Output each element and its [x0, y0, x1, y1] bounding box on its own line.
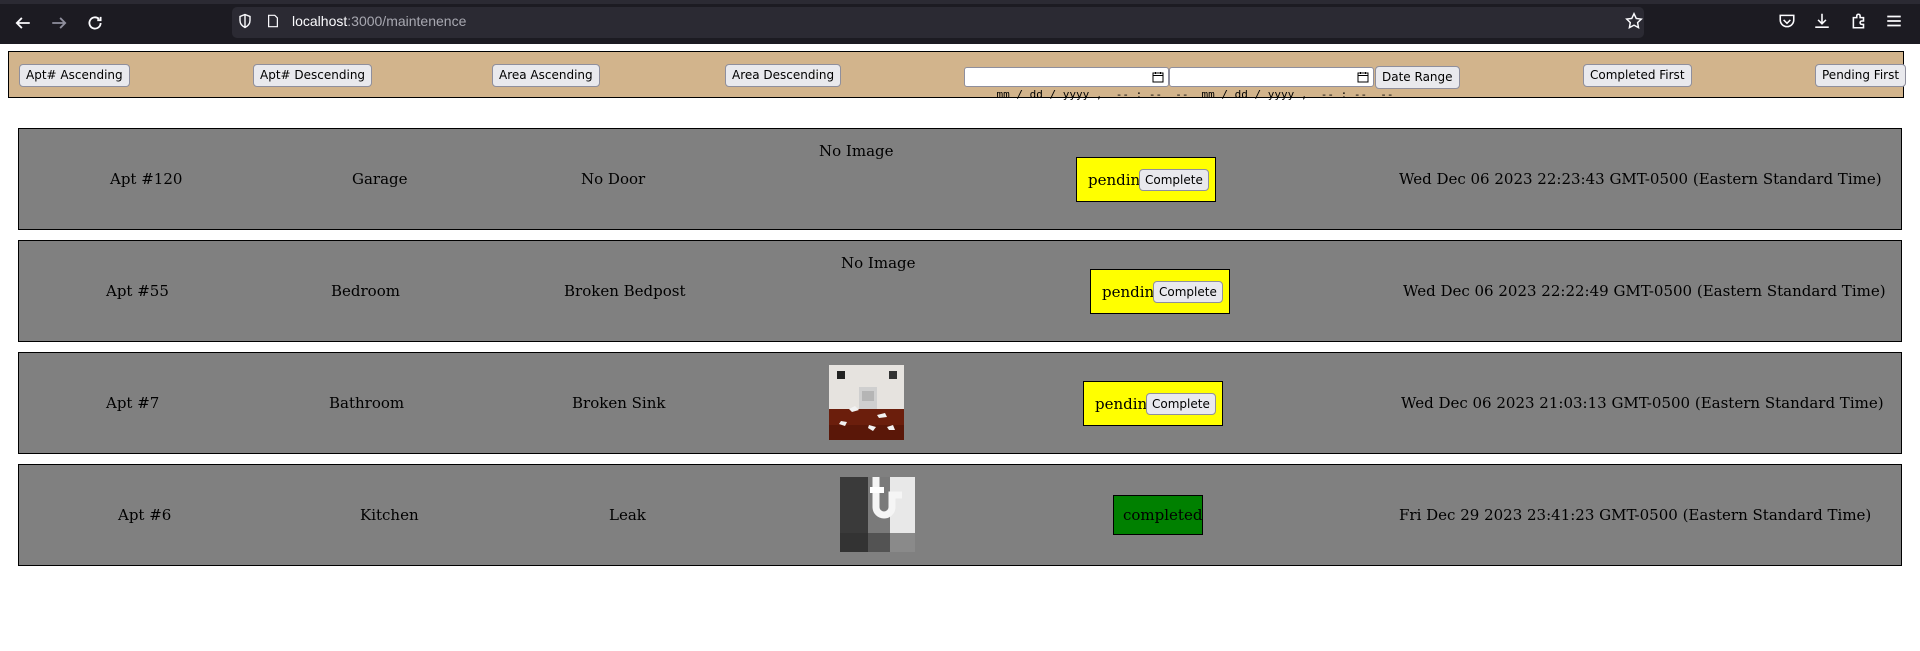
- apt-number: Apt #55: [106, 282, 169, 300]
- area-label: Bedroom: [331, 282, 400, 300]
- start-date-input[interactable]: mm / dd / yyyy , -- : -- --: [964, 67, 1189, 101]
- status-badge: pending Complete: [1076, 157, 1216, 202]
- browser-toolbar: localhost:3000/maintenence: [0, 0, 1920, 44]
- apt-ascending-button[interactable]: Apt# Ascending: [19, 64, 130, 87]
- apt-number: Apt #6: [118, 506, 172, 524]
- area-label: Kitchen: [360, 506, 419, 524]
- bookmark-star-icon[interactable]: [1625, 11, 1645, 32]
- extensions-icon[interactable]: [1850, 12, 1870, 32]
- page-icon[interactable]: [266, 13, 282, 31]
- submitted-date: Wed Dec 06 2023 21:03:13 GMT-0500 (Easte…: [1401, 394, 1884, 412]
- area-ascending-button[interactable]: Area Ascending: [492, 64, 600, 87]
- url-path: :3000/maintenence: [347, 13, 467, 29]
- maintenance-row: Apt #55 Bedroom Broken Bedpost No Image …: [18, 240, 1902, 342]
- back-icon[interactable]: [10, 10, 36, 36]
- end-date-placeholder: mm / dd / yyyy , -- : -- --: [1201, 88, 1394, 101]
- shield-icon[interactable]: [237, 13, 255, 31]
- broken-sink-photo[interactable]: [829, 365, 904, 440]
- reload-icon[interactable]: [82, 10, 108, 36]
- url-text[interactable]: localhost:3000/maintenence: [292, 13, 466, 29]
- area-descending-button[interactable]: Area Descending: [725, 64, 842, 87]
- submitted-date: Wed Dec 06 2023 22:23:43 GMT-0500 (Easte…: [1399, 170, 1882, 188]
- area-label: Bathroom: [329, 394, 405, 412]
- forward-icon[interactable]: [46, 10, 72, 36]
- apt-descending-button[interactable]: Apt# Descending: [253, 64, 373, 87]
- issue-description: No Door: [581, 170, 646, 188]
- calendar-icon[interactable]: [1152, 71, 1164, 83]
- pending-first-button[interactable]: Pending First: [1815, 64, 1907, 87]
- no-image-label: No Image: [841, 254, 916, 272]
- status-badge: pending Complete: [1090, 269, 1230, 314]
- complete-button[interactable]: Complete: [1153, 281, 1223, 303]
- pocket-icon[interactable]: [1778, 12, 1798, 32]
- status-text: completed: [1123, 506, 1203, 524]
- downloads-icon[interactable]: [1813, 12, 1833, 32]
- menu-icon[interactable]: [1885, 12, 1905, 32]
- maintenance-row: Apt #6 Kitchen Leak completed Fri Dec 29…: [18, 464, 1902, 566]
- date-range-button[interactable]: Date Range: [1375, 66, 1460, 89]
- url-host: localhost: [292, 13, 348, 29]
- area-label: Garage: [352, 170, 408, 188]
- start-date-placeholder: mm / dd / yyyy , -- : -- --: [996, 88, 1189, 101]
- issue-description: Broken Bedpost: [564, 282, 686, 300]
- submitted-date: Fri Dec 29 2023 23:41:23 GMT-0500 (Easte…: [1399, 506, 1872, 524]
- complete-button[interactable]: Complete: [1139, 169, 1209, 191]
- complete-button[interactable]: Complete: [1146, 393, 1216, 415]
- status-badge: completed: [1113, 495, 1203, 535]
- maintenance-row: Apt #120 Garage No Door No Image pending…: [18, 128, 1902, 230]
- tab-strip: [0, 0, 1920, 4]
- apt-number: Apt #7: [106, 394, 160, 412]
- completed-first-button[interactable]: Completed First: [1583, 64, 1692, 87]
- apt-number: Apt #120: [110, 170, 183, 188]
- end-date-input[interactable]: mm / dd / yyyy , -- : -- --: [1169, 67, 1394, 101]
- issue-description: Broken Sink: [572, 394, 666, 412]
- issue-description: Leak: [609, 506, 646, 524]
- maintenance-row: Apt #7 Bathroom Broken Sink pending Comp…: [18, 352, 1902, 454]
- no-image-label: No Image: [819, 142, 894, 160]
- sort-toolbar: Apt# Ascending Apt# Descending Area Asce…: [8, 51, 1907, 101]
- submitted-date: Wed Dec 06 2023 22:22:49 GMT-0500 (Easte…: [1403, 282, 1886, 300]
- sink-pipe-photo[interactable]: [840, 477, 915, 552]
- status-badge: pending Complete: [1083, 381, 1223, 426]
- calendar-icon[interactable]: [1357, 71, 1369, 83]
